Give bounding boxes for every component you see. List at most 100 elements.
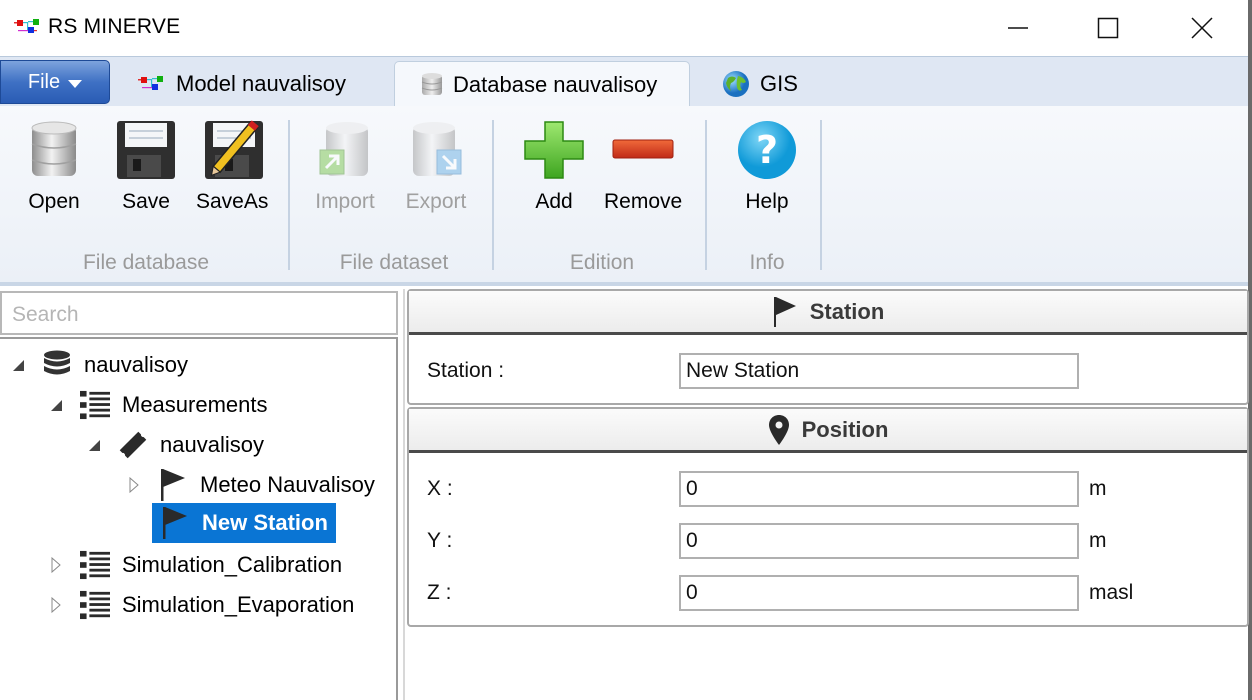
database-icon	[421, 72, 443, 95]
database-icon	[44, 350, 70, 375]
save-button[interactable]: Save	[114, 118, 178, 214]
save-label: Save	[122, 190, 170, 213]
tab-database[interactable]: Database nauvalisoy	[394, 61, 690, 107]
database-icon	[31, 121, 77, 176]
tree-item-dataset[interactable]: nauvalisoy	[84, 427, 268, 463]
close-button[interactable]	[1172, 8, 1232, 48]
x-input[interactable]	[679, 471, 1079, 507]
expanded-triangle-icon	[12, 359, 24, 371]
station-name-label: Station :	[427, 359, 505, 382]
z-unit: masl	[1089, 581, 1134, 604]
maximize-button[interactable]	[1078, 8, 1138, 48]
expanded-triangle-icon	[88, 439, 100, 451]
position-panel: Position X : m Y : m Z : masl	[407, 407, 1249, 627]
collapsed-triangle-icon	[51, 597, 61, 613]
floppy-icon	[117, 121, 175, 179]
maximize-icon	[1097, 17, 1119, 39]
tree-item-label: nauvalisoy	[160, 432, 264, 457]
remove-button[interactable]: Remove	[604, 118, 682, 214]
caret-down-icon	[68, 79, 83, 88]
ribbon-separator	[705, 120, 707, 270]
add-label: Add	[535, 190, 573, 213]
open-button[interactable]: Open	[22, 118, 86, 214]
z-coordinate-row: Z : masl	[427, 575, 1237, 611]
minimize-button[interactable]	[988, 8, 1048, 48]
y-unit: m	[1089, 529, 1107, 552]
tree-view: nauvalisoy Measurements nauvalisoy Meteo…	[0, 337, 398, 700]
open-label: Open	[28, 190, 80, 213]
tree-item-label: Meteo Nauvalisoy	[200, 472, 375, 497]
save-as-label: SaveAs	[196, 190, 269, 213]
help-button[interactable]: ? Help	[735, 118, 799, 214]
list-icon	[80, 590, 110, 620]
position-panel-title: Position	[801, 416, 889, 442]
add-button[interactable]: Add	[522, 118, 586, 214]
tree-item-measurements[interactable]: Measurements	[46, 387, 272, 423]
y-input[interactable]	[679, 523, 1079, 559]
search-placeholder: Search	[12, 303, 79, 326]
collapse-toggle[interactable]	[8, 359, 28, 371]
app-title: RS MINERVE	[48, 15, 181, 38]
station-panel: Station Station :	[407, 289, 1249, 405]
list-icon	[80, 390, 110, 420]
globe-icon	[723, 71, 749, 97]
flag-icon	[773, 296, 796, 327]
group-label-file-dataset: File dataset	[339, 251, 449, 274]
flag-icon	[163, 507, 187, 539]
import-button[interactable]: Import	[313, 118, 377, 214]
y-coordinate-row: Y : m	[427, 523, 1237, 559]
minus-icon	[612, 139, 674, 159]
tree-item-database[interactable]: nauvalisoy	[8, 347, 192, 383]
tree-item-label: Measurements	[122, 392, 268, 417]
z-input[interactable]	[679, 575, 1079, 611]
detail-pane: Station Station : Position X : m Y : m Z…	[403, 289, 1249, 700]
help-icon: ?	[738, 121, 796, 179]
tree-item-meteo-nauvalisoy[interactable]: Meteo Nauvalisoy	[124, 467, 379, 503]
expanded-triangle-icon	[50, 399, 62, 411]
selection-highlight: New Station	[152, 503, 336, 543]
position-panel-header[interactable]: Position	[409, 409, 1247, 453]
station-name-row: Station :	[427, 353, 1237, 389]
collapse-toggle[interactable]	[46, 399, 66, 411]
collapsed-triangle-icon	[51, 557, 61, 573]
expand-toggle[interactable]	[124, 477, 144, 493]
z-label: Z :	[427, 581, 452, 604]
tab-strip: File Model nauvalisoy Database nauvaliso…	[0, 56, 1248, 107]
tree-item-label: nauvalisoy	[84, 352, 188, 377]
map-pin-icon	[768, 414, 789, 445]
tree-item-new-station[interactable]: New Station	[152, 503, 336, 543]
expand-toggle[interactable]	[46, 597, 66, 613]
plus-icon	[524, 121, 584, 179]
floppy-pencil-icon	[205, 120, 264, 179]
model-icon	[138, 76, 163, 90]
ribbon-separator	[288, 120, 290, 270]
minimize-icon	[1008, 27, 1028, 29]
group-label-info: Info	[749, 251, 785, 274]
title-bar: RS MINERVE	[0, 0, 1248, 56]
tree-item-simulation-evaporation[interactable]: Simulation_Evaporation	[46, 587, 358, 623]
save-as-button[interactable]: SaveAs	[196, 118, 268, 214]
file-menu-label: File	[27, 70, 61, 93]
expand-toggle[interactable]	[46, 557, 66, 573]
collapsed-triangle-icon	[129, 477, 139, 493]
tab-gis[interactable]: GIS	[708, 61, 812, 107]
tree-item-simulation-calibration[interactable]: Simulation_Calibration	[46, 547, 346, 583]
tab-model[interactable]: Model nauvalisoy	[124, 61, 360, 107]
file-menu-button[interactable]: File	[0, 60, 110, 104]
station-panel-header[interactable]: Station	[409, 291, 1247, 335]
collapse-toggle[interactable]	[84, 439, 104, 451]
search-input[interactable]: Search	[0, 291, 398, 335]
tree-item-label: New Station	[202, 510, 328, 535]
import-label: Import	[315, 190, 375, 213]
svg-text:?: ?	[756, 128, 778, 172]
ribbon: Open Save SaveAs File database Import Ex…	[0, 106, 1248, 286]
remove-label: Remove	[604, 190, 683, 213]
ticket-icon	[119, 431, 147, 459]
close-icon	[1191, 17, 1213, 39]
tab-gis-label: GIS	[760, 71, 798, 96]
export-button[interactable]: Export	[404, 118, 468, 214]
tree-item-label: Simulation_Calibration	[122, 552, 343, 577]
flag-icon	[161, 469, 185, 501]
tab-database-label: Database nauvalisoy	[453, 71, 658, 97]
station-name-input[interactable]	[679, 353, 1079, 389]
